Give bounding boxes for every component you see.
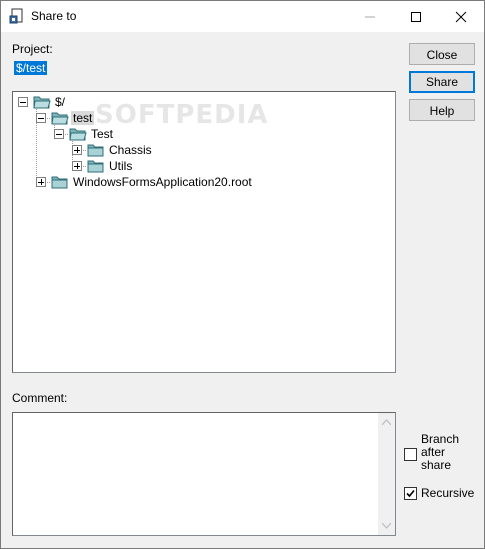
project-tree[interactable]: SOFTPEDIA $/ test Test Chassis Utils Win… (12, 91, 396, 373)
expand-toggle[interactable] (72, 161, 82, 171)
project-label: Project: (12, 42, 53, 56)
tree-node-label: Utils (109, 159, 133, 173)
tree-node-utils[interactable]: Utils (13, 158, 393, 174)
folder-icon (87, 144, 104, 157)
comment-label: Comment: (12, 391, 68, 405)
checkmark-icon (406, 489, 415, 498)
tree-node-label: Chassis (109, 143, 152, 157)
expand-toggle[interactable] (36, 177, 46, 187)
expand-toggle[interactable] (72, 145, 82, 155)
help-button[interactable]: Help (409, 99, 475, 121)
title-bar[interactable]: Share to (1, 1, 484, 32)
scroll-up-icon[interactable] (382, 419, 391, 425)
collapse-toggle[interactable] (18, 97, 28, 107)
tree-node-label: $/ (55, 95, 66, 109)
collapse-toggle[interactable] (36, 113, 46, 123)
close-icon (455, 11, 467, 23)
share-to-dialog: Share to Project: $/test SOFTPEDIA $/ te… (0, 0, 485, 549)
tree-node-Test[interactable]: Test (13, 126, 393, 142)
recursive-label: Recursive (421, 486, 475, 500)
tree-node-chassis[interactable]: Chassis (13, 142, 393, 158)
tree-node-root[interactable]: $/ (13, 94, 393, 110)
recursive-checkbox[interactable] (404, 487, 417, 500)
folder-icon (87, 160, 104, 173)
folder-open-icon (51, 112, 69, 125)
maximize-icon (411, 12, 421, 22)
tree-node-label: WindowsFormsApplication20.root (73, 175, 252, 189)
tree-node-test[interactable]: test (13, 110, 393, 126)
folder-open-icon (69, 128, 87, 141)
comment-textarea[interactable] (12, 412, 396, 536)
minimize-icon (365, 16, 375, 18)
project-path-field[interactable]: $/test (14, 61, 48, 75)
branch-after-share-checkbox[interactable] (404, 448, 417, 461)
branch-after-share-label-line3: share (421, 458, 452, 472)
collapse-toggle[interactable] (54, 129, 64, 139)
maximize-button[interactable] (393, 1, 439, 32)
tree-node-label: test (71, 111, 95, 125)
tree-node-label: Test (91, 127, 114, 141)
scroll-down-icon[interactable] (382, 523, 391, 529)
folder-open-icon (33, 96, 51, 109)
close-button[interactable]: Close (409, 43, 475, 65)
folder-icon (51, 176, 68, 189)
comment-scrollbar[interactable] (378, 413, 395, 535)
share-button[interactable]: Share (409, 71, 475, 93)
minimize-button[interactable] (347, 1, 393, 32)
close-window-button[interactable] (438, 1, 484, 32)
app-icon (9, 8, 23, 24)
window-title: Share to (31, 9, 77, 23)
tree-node-windowsforms[interactable]: WindowsFormsApplication20.root (13, 174, 393, 190)
